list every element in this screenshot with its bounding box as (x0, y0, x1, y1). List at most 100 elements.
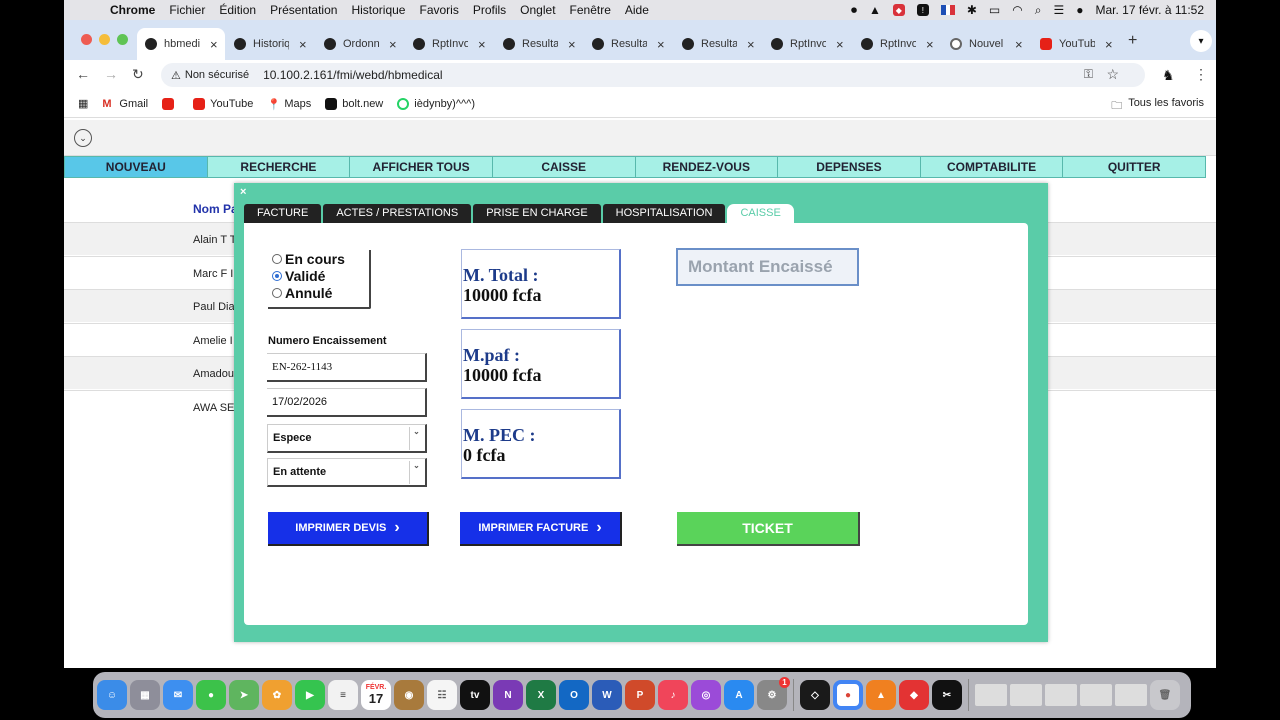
contacts-icon[interactable]: ◉ (394, 680, 424, 710)
tab-resultat[interactable]: Resultat× (674, 28, 762, 60)
bookmark-gmail[interactable]: M Gmail (102, 98, 148, 110)
tab-youtube[interactable]: YouTube× (1032, 28, 1120, 60)
anydesk-red-icon[interactable]: ◆ (899, 680, 929, 710)
mail-icon[interactable]: ✉ (163, 680, 193, 710)
tab-rptinvoice[interactable]: RptInvoice× (853, 28, 941, 60)
excel-icon[interactable]: X (526, 680, 556, 710)
tab-rptinvoice[interactable]: RptInvoice× (405, 28, 493, 60)
ticket-button[interactable]: TICKET (677, 512, 860, 546)
chevron-down-icon[interactable]: ⌄ (409, 427, 423, 450)
anydesk-status-icon[interactable]: ◆ (892, 4, 905, 16)
more-menu-icon[interactable]: ⋮ (1194, 66, 1208, 83)
reminders-icon[interactable]: ☷ (427, 680, 457, 710)
maps-icon[interactable]: ➤ (229, 680, 259, 710)
zoom-window-button[interactable] (117, 34, 128, 45)
url-text[interactable]: 10.100.2.161/fmi/webd/hbmedical (263, 68, 442, 82)
tab-ordonnance[interactable]: Ordonnance× (316, 28, 404, 60)
word-icon[interactable]: W (592, 680, 622, 710)
onenote-icon[interactable]: N (493, 680, 523, 710)
status-radio-en-cours[interactable]: En cours (272, 250, 369, 267)
payment-status-select[interactable]: En attente ⌄ (267, 458, 427, 487)
close-window-button[interactable] (81, 34, 92, 45)
nav-nouveau[interactable]: NOUVEAU (65, 157, 208, 177)
window-thumbnail-icon[interactable] (975, 684, 1007, 706)
capcut-icon[interactable]: ✂ (932, 680, 962, 710)
close-tab-icon[interactable]: × (1015, 37, 1023, 52)
close-tab-icon[interactable]: × (478, 37, 486, 52)
password-key-icon[interactable]: ⚿ (1084, 67, 1093, 82)
window-thumbnail-icon[interactable] (1115, 684, 1147, 706)
nav-depenses[interactable]: DEPENSES (778, 157, 921, 177)
bookmark-youtube[interactable]: YouTube (193, 97, 253, 110)
imprimer-facture-button[interactable]: IMPRIMER FACTURE › (460, 512, 622, 546)
control-center-icon[interactable]: ☰ (1053, 3, 1064, 17)
tab-facture[interactable]: FACTURE (244, 204, 322, 223)
bookmark-bolt[interactable]: bolt.new (325, 97, 383, 110)
wifi-icon[interactable]: ◠ (1012, 3, 1022, 17)
finder-icon[interactable]: ☺ (97, 680, 127, 710)
chevron-down-icon[interactable]: ⌄ (74, 129, 92, 147)
tab-resultat[interactable]: Resultat× (495, 28, 583, 60)
menu-fenetre[interactable]: Fenêtre (570, 3, 611, 17)
tab-actes-prestations[interactable]: ACTES / PRESTATIONS (323, 204, 472, 223)
window-thumbnail-icon[interactable] (1045, 684, 1077, 706)
podcasts-icon[interactable]: ◎ (691, 680, 721, 710)
notes-status-icon[interactable]: ! (916, 4, 929, 16)
nav-comptabilite[interactable]: COMPTABILITE (921, 157, 1064, 177)
minimize-window-button[interactable] (99, 34, 110, 45)
close-tab-icon[interactable]: × (926, 37, 934, 52)
french-flag-icon[interactable] (940, 5, 955, 15)
notes-icon[interactable]: ≡ (328, 680, 358, 710)
bookmark-maps[interactable]: 📍 Maps (267, 98, 311, 111)
close-tab-icon[interactable]: × (568, 37, 576, 52)
outlook-icon[interactable]: O (559, 680, 589, 710)
menu-onglet[interactable]: Onglet (520, 3, 555, 17)
radio-button-selected[interactable] (272, 270, 282, 281)
new-tab-icon[interactable]: + (1128, 32, 1137, 50)
messages-icon[interactable]: ● (196, 680, 226, 710)
window-thumbnail-icon[interactable] (1080, 684, 1112, 706)
close-tab-icon[interactable]: × (836, 37, 844, 52)
chrome-icon[interactable]: ● (833, 680, 863, 710)
bookmark-youtube-blank[interactable] (162, 97, 179, 110)
tab-search-icon[interactable]: ▾ (1190, 30, 1212, 52)
bookmark-whatsapp[interactable]: ièdynby)^^^) (397, 97, 475, 110)
battery-icon[interactable]: ▭ (989, 3, 1000, 17)
bookmark-star-icon[interactable]: ☆ (1106, 66, 1119, 83)
imprimer-devis-button[interactable]: IMPRIMER DEVIS › (268, 512, 429, 546)
anydesk-icon[interactable]: ◇ (800, 680, 830, 710)
app-store-icon[interactable]: A (724, 680, 754, 710)
close-icon[interactable]: × (240, 186, 246, 198)
record-icon[interactable]: ⏺ (851, 3, 857, 18)
bluetooth-icon[interactable]: ✱ (967, 3, 977, 17)
vlc-status-icon[interactable]: ▲ (869, 3, 881, 17)
trash-icon[interactable]: 🗑 (1150, 680, 1180, 710)
status-radio-valide[interactable]: Validé (272, 267, 369, 284)
menu-fichier[interactable]: Fichier (169, 3, 205, 17)
menu-aide[interactable]: Aide (625, 3, 649, 17)
photos-icon[interactable]: ✿ (262, 680, 292, 710)
payment-mode-select[interactable]: Espece ⌄ (267, 424, 427, 453)
close-tab-icon[interactable]: × (747, 37, 755, 52)
back-icon[interactable]: ← (76, 66, 90, 82)
tab-prise-en-charge[interactable]: PRISE EN CHARGE (473, 204, 601, 223)
status-radio-annule[interactable]: Annulé (272, 284, 369, 301)
tab-historique[interactable]: Historique× (226, 28, 314, 60)
tab-hospitalisation[interactable]: HOSPITALISATION (602, 204, 726, 223)
powerpoint-icon[interactable]: P (625, 680, 655, 710)
menu-app-name[interactable]: Chrome (110, 3, 155, 17)
close-tab-icon[interactable]: × (210, 37, 218, 52)
close-tab-icon[interactable]: × (299, 37, 307, 52)
tab-hbmedical[interactable]: hbmedical× (137, 28, 225, 60)
address-bar[interactable]: ⚠ Non sécurisé 10.100.2.161/fmi/webd/hbme… (161, 63, 1145, 87)
menu-historique[interactable]: Historique (351, 3, 405, 17)
nav-recherche[interactable]: RECHERCHE (208, 157, 351, 177)
date-field[interactable]: 17/02/2026 (267, 388, 427, 417)
forward-icon[interactable]: → (104, 66, 118, 82)
apps-grid-icon[interactable]: ▦ (78, 97, 88, 110)
launchpad-icon[interactable]: ▦ (130, 680, 160, 710)
close-tab-icon[interactable]: × (389, 37, 397, 52)
radio-button[interactable] (272, 253, 282, 264)
all-bookmarks[interactable]: 🗀 Tous les favoris (1111, 97, 1204, 116)
menubar-datetime[interactable]: Mar. 17 févr. à 11:52 (1095, 3, 1204, 17)
